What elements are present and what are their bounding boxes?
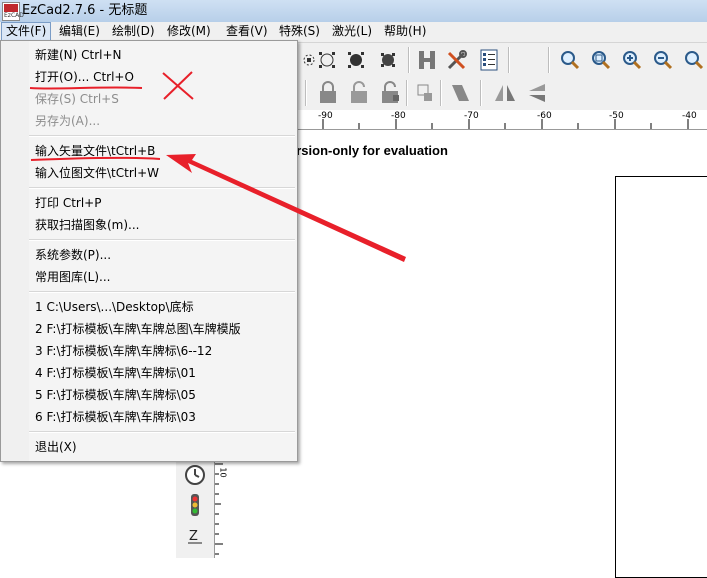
underline-open-annotation bbox=[29, 86, 143, 90]
cross-mark-icon bbox=[162, 71, 194, 100]
underline-import-vector-annotation bbox=[30, 156, 161, 161]
annotation-overlay bbox=[29, 71, 406, 262]
arrow-pointer-icon bbox=[166, 154, 406, 262]
